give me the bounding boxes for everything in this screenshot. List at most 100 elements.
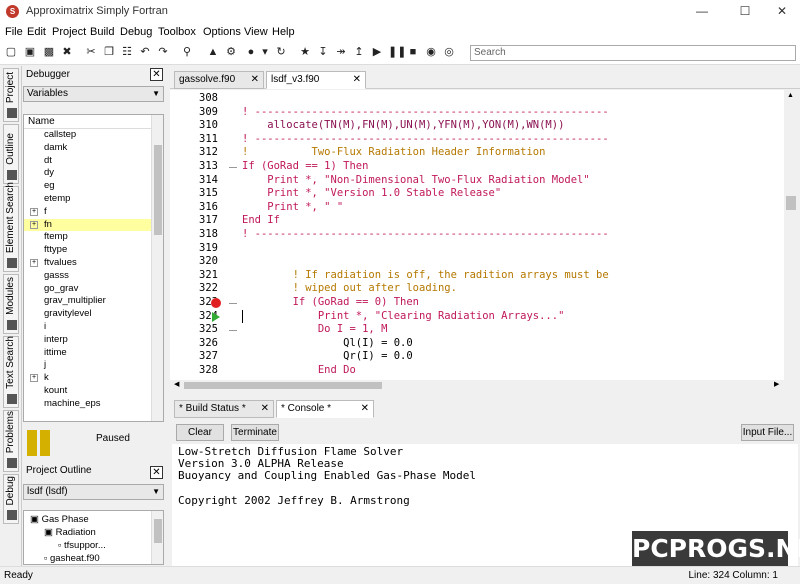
outline-item[interactable]: ▫ gasheat.f90: [24, 552, 163, 564]
variable-row[interactable]: callstep: [24, 129, 163, 142]
minimize-icon[interactable]: —: [694, 4, 710, 18]
variable-row[interactable]: interp: [24, 334, 163, 347]
step-into-icon[interactable]: ↧: [316, 45, 330, 59]
expand-icon[interactable]: +: [30, 207, 38, 216]
menu-edit[interactable]: Edit: [27, 26, 46, 38]
variable-row[interactable]: + k: [24, 372, 163, 385]
outline-item[interactable]: ▫ tfsuppor...: [24, 539, 163, 552]
expand-icon[interactable]: +: [30, 220, 38, 229]
outline-item[interactable]: ▣ Radiation: [24, 526, 163, 539]
project-select[interactable]: lsdf (lsdf) ▼: [23, 484, 164, 500]
close-window-icon[interactable]: ✕: [774, 4, 790, 18]
variables-scrollbar[interactable]: [151, 115, 163, 421]
scrollbar-thumb[interactable]: [154, 519, 162, 543]
variable-row[interactable]: eg: [24, 180, 163, 193]
input-file-button[interactable]: Input File...: [741, 424, 794, 441]
close-file-icon[interactable]: ✖: [60, 45, 74, 59]
scrollbar-thumb[interactable]: [184, 382, 382, 389]
code-editor[interactable]: ! --------------------------------------…: [242, 90, 784, 380]
close-tab-icon[interactable]: ✕: [261, 401, 269, 417]
fold-marker-icon[interactable]: [229, 167, 237, 168]
variable-row[interactable]: damk: [24, 142, 163, 155]
code-line[interactable]: Ql(I) = 0.0: [242, 337, 413, 351]
run-icon[interactable]: ●: [244, 45, 258, 59]
tab-lsdf-v3[interactable]: lsdf_v3.f90 ✕: [266, 71, 366, 89]
step-out-icon[interactable]: ↥: [352, 45, 366, 59]
code-line[interactable]: ! Two-Flux Radiation Header Information: [242, 146, 545, 160]
code-line[interactable]: Print *, "Non-Dimensional Two-Flux Radia…: [242, 174, 589, 188]
clear-button[interactable]: Clear: [176, 424, 224, 441]
menu-help[interactable]: Help: [272, 26, 295, 38]
variable-row[interactable]: j: [24, 359, 163, 372]
continue-icon[interactable]: ▶: [370, 45, 384, 59]
menu-build[interactable]: Build: [90, 26, 114, 38]
variable-row[interactable]: dy: [24, 167, 163, 180]
variable-row[interactable]: etemp: [24, 193, 163, 206]
code-line[interactable]: Do I = 1, M: [242, 323, 388, 337]
code-line[interactable]: ! --------------------------------------…: [242, 133, 609, 147]
fold-marker-icon[interactable]: [229, 303, 237, 304]
variable-row[interactable]: gravitylevel: [24, 308, 163, 321]
variable-row[interactable]: fttype: [24, 244, 163, 257]
variable-row[interactable]: go_grav: [24, 283, 163, 296]
variable-row[interactable]: ftemp: [24, 231, 163, 244]
code-line[interactable]: allocate(TN(M),FN(M),UN(M),YFN(M),YON(M)…: [242, 119, 564, 133]
variable-row[interactable]: kount: [24, 385, 163, 398]
tab-outline[interactable]: Outline: [3, 124, 19, 184]
variable-row[interactable]: + fn: [24, 218, 163, 232]
close-outline-icon[interactable]: ✕: [150, 466, 163, 479]
tab-gassolve[interactable]: gassolve.f90 ✕: [174, 71, 264, 89]
close-tab-icon[interactable]: ✕: [353, 72, 361, 88]
menu-view[interactable]: View: [244, 26, 268, 38]
search-input[interactable]: Search: [470, 45, 796, 61]
variable-row[interactable]: + ftvalues: [24, 257, 163, 270]
code-line[interactable]: ! wiped out after loading.: [242, 282, 457, 296]
redo-icon[interactable]: ↷: [156, 45, 170, 59]
code-line[interactable]: ! --------------------------------------…: [242, 106, 609, 120]
tab-project[interactable]: Project: [3, 68, 19, 122]
menu-options[interactable]: Options: [203, 26, 241, 38]
variable-row[interactable]: i: [24, 321, 163, 334]
breakpoint-icon[interactable]: [211, 298, 221, 308]
pause-icon[interactable]: ❚❚: [388, 45, 406, 59]
code-line[interactable]: Print *, "Clearing Radiation Arrays...": [242, 310, 565, 324]
variable-row[interactable]: ittime: [24, 347, 163, 360]
scroll-right-icon[interactable]: ▶: [774, 380, 779, 388]
editor-gutter[interactable]: 308 309 310 311 312 313 314 315 316 317 318 319 320 3…: [170, 90, 242, 380]
editor-vertical-scrollbar[interactable]: ▲: [784, 90, 798, 380]
fold-marker-icon[interactable]: [229, 330, 237, 332]
menu-debug[interactable]: Debug: [120, 26, 152, 38]
close-tab-icon[interactable]: ✕: [251, 72, 259, 88]
tab-element-search[interactable]: Element Search: [3, 182, 19, 272]
variable-row[interactable]: gasss: [24, 270, 163, 283]
close-debugger-icon[interactable]: ✕: [150, 68, 163, 81]
code-line[interactable]: ! If radiation is off, the radition arra…: [242, 269, 609, 283]
new-file-icon[interactable]: ▢: [4, 45, 18, 59]
variables-list[interactable]: Name callstep damk dt dy eg etemp + f + fn ftemp ft…: [23, 114, 164, 422]
debugger-view-select[interactable]: Variables ▼: [23, 86, 164, 102]
debug-icon[interactable]: ★: [298, 45, 312, 59]
menu-file[interactable]: File: [5, 26, 23, 38]
outline-item[interactable]: ▣ Gas Phase: [24, 513, 163, 526]
dropdown-icon[interactable]: ▾: [258, 45, 272, 59]
code-line[interactable]: End If: [242, 214, 280, 228]
menu-project[interactable]: Project: [52, 26, 86, 38]
paste-icon[interactable]: ☷: [120, 45, 134, 59]
scroll-left-icon[interactable]: ◀: [174, 380, 179, 388]
settings-icon[interactable]: ⚙: [224, 45, 238, 59]
tab-modules[interactable]: Modules: [3, 274, 19, 334]
tab-console[interactable]: * Console * ✕: [276, 400, 374, 418]
expand-icon[interactable]: +: [30, 258, 38, 267]
scrollbar-thumb[interactable]: [786, 196, 796, 210]
code-line[interactable]: Qr(I) = 0.0: [242, 350, 413, 364]
terminate-button[interactable]: Terminate: [231, 424, 279, 441]
variable-row[interactable]: machine_eps: [24, 398, 163, 411]
code-line[interactable]: ! --------------------------------------…: [242, 228, 609, 242]
code-line[interactable]: If (GoRad == 1) Then: [242, 160, 368, 174]
tab-text-search[interactable]: Text Search: [3, 336, 19, 408]
code-line[interactable]: Print *, "Version 1.0 Stable Release": [242, 187, 501, 201]
tab-debug[interactable]: Debug: [3, 474, 19, 524]
breakpoints-icon[interactable]: ◎: [442, 45, 456, 59]
stop-icon[interactable]: ■: [406, 45, 420, 59]
editor-horizontal-scrollbar[interactable]: ◀ ▶: [170, 380, 784, 391]
